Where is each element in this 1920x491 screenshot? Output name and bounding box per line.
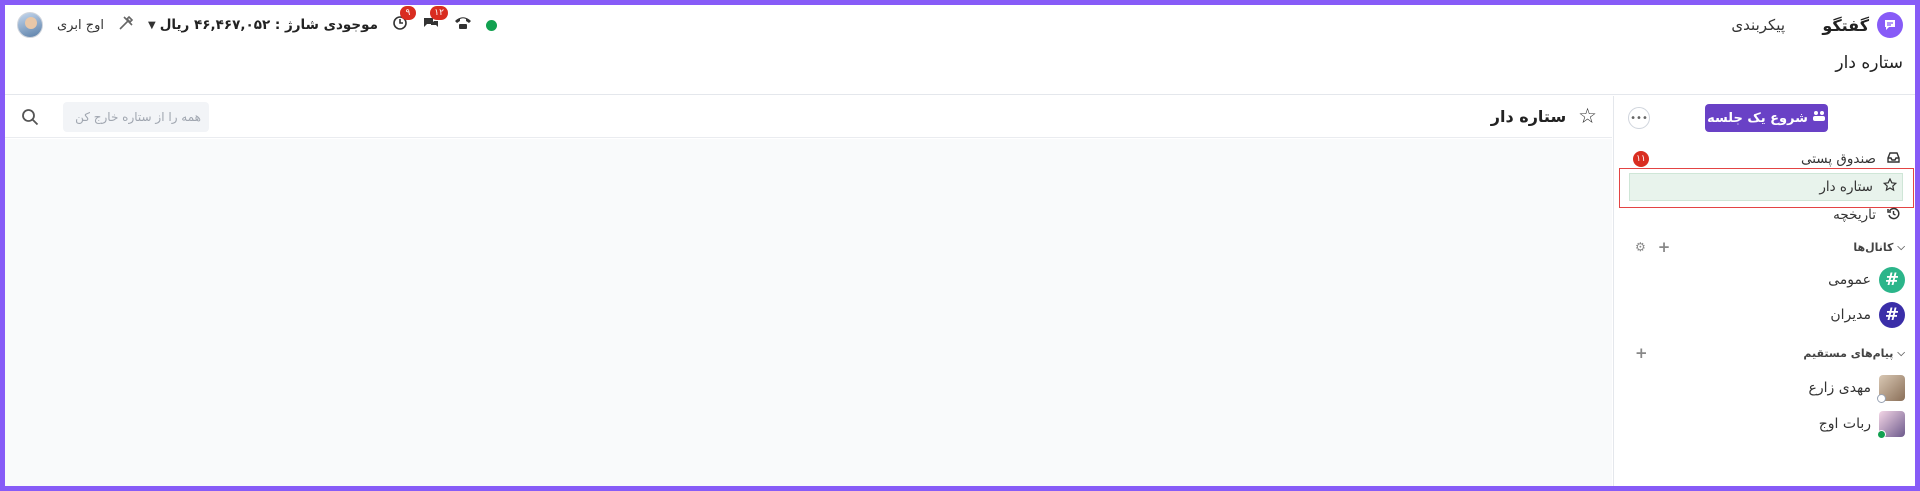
avatar bbox=[1877, 411, 1905, 439]
search-icon bbox=[22, 109, 39, 126]
main-title: ☆ ستاره دار bbox=[1491, 102, 1597, 130]
gear-icon[interactable]: ⚙ bbox=[1635, 240, 1646, 254]
history-badge: ۹ bbox=[399, 6, 416, 20]
avatar bbox=[1877, 375, 1905, 403]
group-icon bbox=[1812, 110, 1826, 126]
dm-name: مهدی زارع bbox=[1808, 380, 1871, 396]
more-options-button[interactable]: ••• bbox=[1628, 107, 1650, 129]
ellipsis-icon: ••• bbox=[1630, 112, 1648, 124]
page-header: ستاره دار bbox=[5, 45, 1915, 95]
messages-button[interactable]: ۱۲ bbox=[422, 6, 448, 35]
sidebar-item-history[interactable]: تاریخچه bbox=[1625, 201, 1905, 229]
sidebar-item-label: تاریخچه bbox=[1833, 207, 1876, 223]
app-brand[interactable]: گفتگو bbox=[1822, 9, 1903, 41]
dms-actions: + bbox=[1635, 344, 1648, 362]
app-title: گفتگو bbox=[1822, 15, 1869, 35]
caret-down-icon: ▼ bbox=[148, 19, 156, 31]
user-status-area: اوج ابری موجودی شارژ : ۴۶,۴۶۷,۰۵۲ ریال ▼… bbox=[17, 6, 497, 41]
sidebar-item-label: صندوق پستی bbox=[1800, 151, 1876, 167]
history-button[interactable]: ۹ bbox=[392, 6, 416, 35]
unstar-all-input[interactable] bbox=[63, 102, 209, 132]
dm-item-bot[interactable]: ربات اوج bbox=[1625, 409, 1905, 439]
user-name[interactable]: اوج ابری bbox=[57, 18, 104, 33]
channels-actions: + ⚙ bbox=[1635, 238, 1670, 256]
main-header: ☆ ستاره دار bbox=[5, 96, 1612, 138]
inbox-icon bbox=[1886, 151, 1900, 167]
settings-link[interactable]: پیکربندی bbox=[1731, 9, 1785, 41]
star-icon[interactable]: ☆ bbox=[1578, 104, 1597, 128]
dms-section-header: ⌵ پیام‌های مستقیم + bbox=[1623, 343, 1905, 363]
channel-item-general[interactable]: # عمومی bbox=[1625, 265, 1905, 295]
plus-icon[interactable]: + bbox=[1635, 344, 1648, 362]
sidebar: شروع یک جلسه ••• صندوق پستی ۱۱ ستاره دار… bbox=[1613, 96, 1915, 486]
hash-icon: # bbox=[1879, 302, 1905, 328]
start-session-label: شروع یک جلسه bbox=[1707, 110, 1808, 126]
balance-text: موجودی شارژ : ۴۶,۴۶۷,۰۵۲ ریال bbox=[159, 17, 378, 33]
start-session-button[interactable]: شروع یک جلسه bbox=[1705, 104, 1828, 132]
channel-item-managers[interactable]: # مدیران bbox=[1625, 300, 1905, 330]
messages-badge: ۱۲ bbox=[430, 6, 448, 20]
phone-button[interactable] bbox=[454, 15, 472, 35]
presence-online-icon bbox=[1877, 430, 1886, 439]
online-status-dot bbox=[485, 19, 497, 31]
channels-section-header: ⌵ کانال‌ها + ⚙ bbox=[1623, 237, 1905, 257]
inbox-badge: ۱۱ bbox=[1633, 151, 1649, 167]
sidebar-item-inbox[interactable]: صندوق پستی ۱۱ bbox=[1625, 145, 1905, 173]
plus-icon[interactable]: + bbox=[1658, 238, 1671, 256]
sidebar-item-starred[interactable]: ستاره دار bbox=[1629, 173, 1903, 201]
sidebar-item-label: ستاره دار bbox=[1819, 179, 1873, 195]
page-title: ستاره دار bbox=[1835, 53, 1903, 73]
search-button[interactable] bbox=[15, 102, 45, 132]
history-icon bbox=[1886, 207, 1900, 224]
channels-header-label[interactable]: کانال‌ها bbox=[1853, 241, 1893, 254]
hash-icon: # bbox=[1879, 267, 1905, 293]
phone-icon bbox=[454, 17, 471, 29]
balance-dropdown[interactable]: موجودی شارژ : ۴۶,۴۶۷,۰۵۲ ریال ▼ bbox=[148, 17, 378, 33]
top-bar: گفتگو پیکربندی اوج ابری موجودی شارژ : ۴۶… bbox=[5, 5, 1915, 45]
chat-icon bbox=[1877, 12, 1903, 38]
tools-icon[interactable] bbox=[118, 15, 134, 35]
star-icon bbox=[1882, 177, 1898, 196]
chevron-down-icon[interactable]: ⌵ bbox=[1897, 348, 1905, 359]
dm-name: ربات اوج bbox=[1818, 416, 1871, 432]
chevron-down-icon[interactable]: ⌵ bbox=[1897, 242, 1905, 253]
dms-header-label[interactable]: پیام‌های مستقیم bbox=[1803, 347, 1893, 360]
main-content-area bbox=[5, 139, 1612, 486]
channel-name: عمومی bbox=[1828, 272, 1871, 288]
main-title-text: ستاره دار bbox=[1490, 106, 1567, 126]
channel-name: مدیران bbox=[1830, 307, 1871, 323]
user-avatar[interactable] bbox=[17, 12, 43, 38]
presence-offline-icon bbox=[1877, 394, 1886, 403]
dm-item-mahdi[interactable]: مهدی زارع bbox=[1625, 373, 1905, 403]
